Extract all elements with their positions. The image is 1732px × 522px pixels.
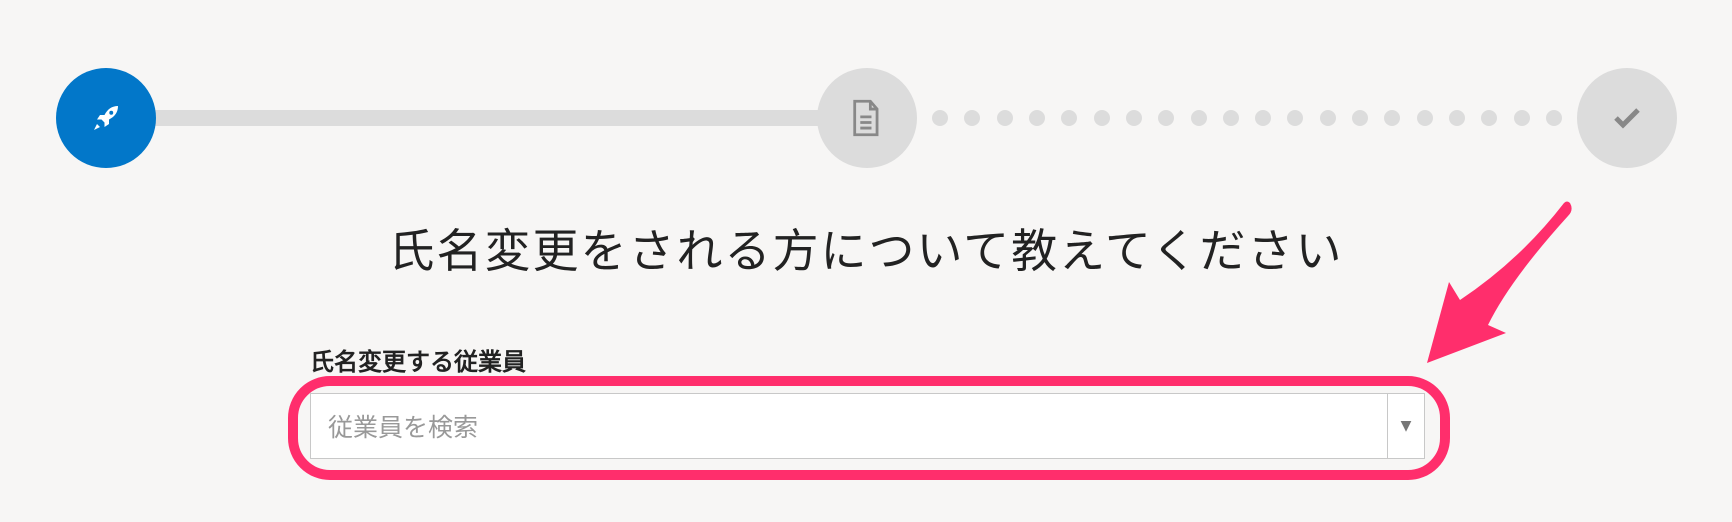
annotation-arrow-icon bbox=[1427, 201, 1572, 363]
